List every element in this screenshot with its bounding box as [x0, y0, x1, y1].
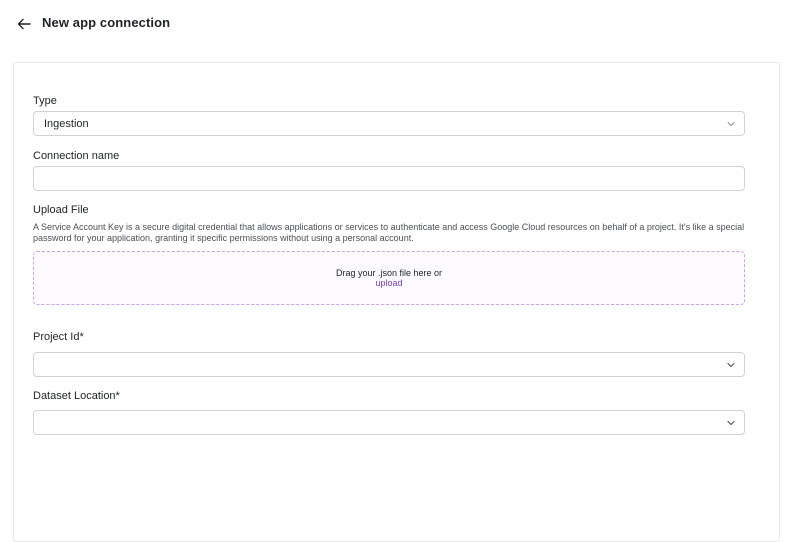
page-header: New app connection — [0, 0, 796, 46]
back-button[interactable] — [15, 15, 33, 33]
type-label: Type — [33, 95, 57, 107]
project-id-select[interactable] — [33, 352, 745, 377]
project-id-label: Project Id* — [33, 331, 84, 343]
upload-description: A Service Account Key is a secure digita… — [33, 222, 745, 243]
type-select[interactable]: Ingestion — [33, 111, 745, 136]
file-dropzone[interactable]: Drag your .json file here or upload — [33, 251, 745, 305]
page-title: New app connection — [42, 15, 171, 30]
connection-name-field — [33, 166, 745, 191]
connection-name-input[interactable] — [34, 167, 744, 190]
chevron-down-icon — [727, 122, 735, 126]
upload-file-label: Upload File — [33, 204, 89, 216]
connection-name-label: Connection name — [33, 150, 120, 162]
dataset-location-select[interactable] — [33, 410, 745, 435]
chevron-down-icon — [727, 420, 735, 426]
dataset-location-label: Dataset Location* — [33, 390, 120, 402]
upload-link[interactable]: upload — [34, 278, 744, 288]
type-select-value: Ingestion — [44, 118, 89, 130]
arrow-left-icon — [17, 18, 31, 30]
chevron-down-icon — [727, 362, 735, 368]
dropzone-text: Drag your .json file here or — [335, 268, 443, 278]
